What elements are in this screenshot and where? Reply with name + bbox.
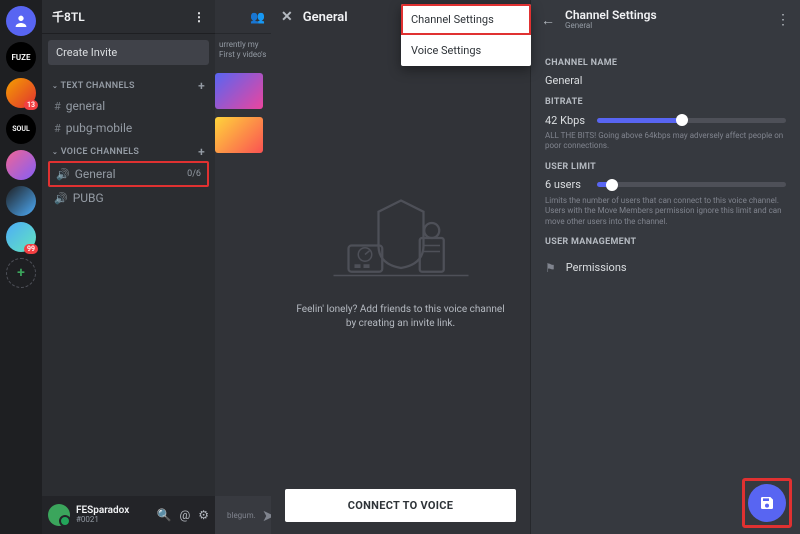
search-icon[interactable]: 🔍: [157, 508, 172, 522]
rail-add-server-button[interactable]: +: [6, 258, 36, 288]
input-placeholder: blegum.: [227, 511, 256, 520]
text-channels-heading[interactable]: ⌄ TEXT CHANNELS +: [48, 73, 209, 95]
feed-snippet: urrently my First y video's: [215, 34, 271, 67]
more-icon[interactable]: ⋮: [193, 10, 205, 24]
voice-channels-heading[interactable]: ⌄ VOICE CHANNELS +: [48, 139, 209, 161]
voice-heading-label: VOICE CHANNELS: [61, 147, 140, 157]
rail-server-soul[interactable]: SOUL: [6, 114, 36, 144]
empty-voice-text: Feelin' lonely? Add friends to this voic…: [291, 303, 510, 331]
menu-voice-settings[interactable]: Voice Settings: [401, 35, 531, 66]
voice-channel-pubg[interactable]: 🔊 PUBG: [48, 187, 209, 209]
send-icon[interactable]: ➤: [262, 506, 271, 525]
text-channel-pubg-mobile[interactable]: # pubg-mobile: [48, 117, 209, 139]
user-footer: FESparadox #0021 🔍 @ ⚙: [42, 496, 215, 534]
gear-icon[interactable]: ⚙: [198, 508, 209, 522]
close-icon[interactable]: ✕: [281, 9, 293, 25]
channel-name-value[interactable]: General: [545, 74, 786, 87]
voice-view-title: General: [303, 10, 348, 25]
channel-label: PUBG: [73, 191, 104, 205]
bitrate-value: 42 Kbps: [545, 114, 589, 127]
voice-channel-general[interactable]: 🔊 General 0/6: [48, 161, 209, 187]
server-name: 千8TL: [52, 8, 85, 25]
rail-server-6[interactable]: 99: [6, 222, 36, 252]
channel-settings-panel: ← Channel Settings General ⋮ CHANNEL NAM…: [530, 0, 800, 534]
menu-channel-settings[interactable]: Channel Settings: [401, 4, 531, 35]
channel-name-label: CHANNEL NAME: [545, 58, 786, 68]
speaker-icon: 🔊: [56, 168, 70, 181]
rail-server-fuze[interactable]: FUZE: [6, 42, 36, 72]
flag-icon: ⚑: [545, 261, 556, 275]
rail-server-4[interactable]: [6, 150, 36, 180]
userlimit-slider[interactable]: [597, 178, 786, 192]
rail-badge: 99: [24, 244, 38, 254]
rail-badge: 13: [24, 100, 38, 110]
back-icon[interactable]: ←: [541, 12, 555, 29]
channel-sidebar: 千8TL ⋮ Create Invite ⌄ TEXT CHANNELS + #…: [42, 0, 215, 534]
user-tag: #0021: [76, 516, 129, 524]
hash-icon: #: [54, 100, 61, 113]
create-invite-button[interactable]: Create Invite: [48, 40, 209, 65]
userlimit-label: USER LIMIT: [545, 162, 786, 172]
empty-voice-illustration: [326, 183, 476, 293]
permissions-row[interactable]: ⚑ Permissions: [545, 253, 786, 283]
channel-label: pubg-mobile: [66, 121, 132, 135]
channel-capacity: 0/6: [187, 169, 201, 179]
members-icon[interactable]: 👥: [250, 10, 265, 24]
rail-server-5[interactable]: [6, 186, 36, 216]
bitrate-hint: ALL THE BITS! Going above 64kbps may adv…: [545, 131, 786, 152]
text-heading-label: TEXT CHANNELS: [61, 81, 135, 91]
bitrate-label: BITRATE: [545, 97, 786, 107]
text-channel-general[interactable]: # general: [48, 95, 209, 117]
rail-server-2[interactable]: 13: [6, 78, 36, 108]
mentions-icon[interactable]: @: [179, 508, 190, 522]
message-feed-strip: 👥 urrently my First y video's blegum. ➤: [215, 0, 271, 534]
feed-attachment: [215, 73, 263, 109]
channel-label: General: [75, 167, 116, 181]
avatar[interactable]: [48, 504, 70, 526]
context-menu: Channel Settings Voice Settings: [401, 4, 531, 66]
server-rail: FUZE 13 SOUL 99 +: [0, 0, 42, 534]
connect-voice-button[interactable]: CONNECT TO VOICE: [285, 489, 516, 522]
userlimit-hint: Limits the number of users that can conn…: [545, 196, 786, 227]
panel-subtitle: General: [565, 22, 657, 31]
channel-label: general: [66, 99, 105, 113]
more-icon[interactable]: ⋮: [776, 12, 790, 28]
voice-channel-view: ✕ General Channel Settings Voice Setting…: [271, 0, 530, 534]
server-header[interactable]: 千8TL ⋮: [42, 0, 215, 34]
usermgmt-label: USER MANAGEMENT: [545, 237, 786, 247]
save-button[interactable]: [748, 484, 786, 522]
save-icon: [759, 495, 775, 511]
userlimit-value: 6 users: [545, 178, 589, 191]
speaker-icon: 🔊: [54, 192, 68, 205]
add-text-channel-icon[interactable]: +: [198, 79, 205, 93]
feed-attachment: [215, 117, 263, 153]
hash-icon: #: [54, 122, 61, 135]
bitrate-slider[interactable]: [597, 113, 786, 127]
rail-home-icon[interactable]: [6, 6, 36, 36]
permissions-label: Permissions: [566, 261, 627, 274]
add-voice-channel-icon[interactable]: +: [198, 145, 205, 159]
